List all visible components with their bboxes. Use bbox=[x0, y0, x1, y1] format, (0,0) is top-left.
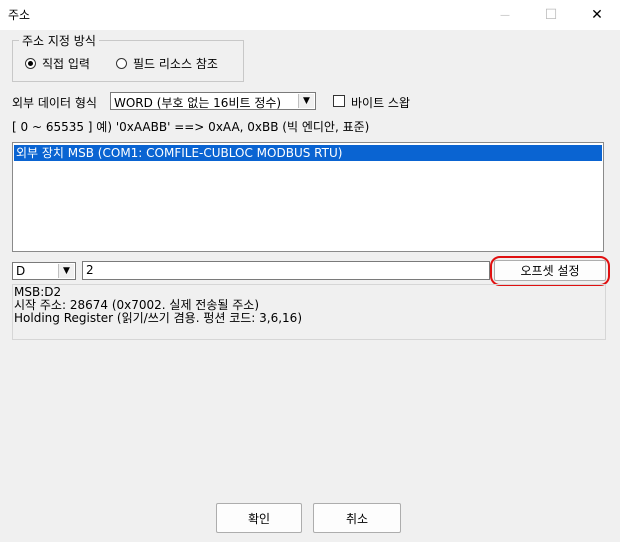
radio-direct-input[interactable]: 직접 입력 bbox=[25, 55, 90, 72]
radio-checked-icon bbox=[25, 58, 36, 69]
maximize-button[interactable]: ☐ bbox=[528, 0, 574, 30]
range-hint: [ 0 ~ 65535 ] 예) '0xAABB' ==> 0xAA, 0xBB… bbox=[12, 120, 370, 134]
radio-direct-input-label: 직접 입력 bbox=[42, 57, 90, 71]
address-input-value: 2 bbox=[86, 263, 94, 277]
byte-swap-label: 바이트 스왑 bbox=[351, 96, 411, 110]
register-type-select[interactable]: D ▼ bbox=[12, 262, 76, 280]
minimize-icon: — bbox=[500, 9, 510, 21]
address-mode-group: 주소 지정 방식 직접 입력 필드 리소스 참조 bbox=[12, 32, 244, 82]
radio-unchecked-icon bbox=[116, 58, 127, 69]
register-type-value: D bbox=[16, 264, 26, 278]
maximize-icon: ☐ bbox=[544, 7, 558, 23]
cancel-button[interactable]: 취소 bbox=[313, 503, 401, 533]
address-input[interactable]: 2 bbox=[82, 261, 490, 280]
data-format-value: WORD (부호 없는 16비트 정수) bbox=[114, 96, 282, 110]
close-icon: ✕ bbox=[591, 7, 603, 23]
offset-settings-button[interactable]: 오프셋 설정 bbox=[494, 260, 606, 281]
byte-swap-checkbox[interactable] bbox=[333, 95, 345, 107]
data-format-label: 외부 데이터 형식 bbox=[12, 96, 97, 110]
minimize-button[interactable]: — bbox=[482, 0, 528, 30]
window-title: 주소 bbox=[8, 8, 31, 22]
chevron-down-icon: ▼ bbox=[298, 94, 314, 108]
address-info-panel: MSB:D2 시작 주소: 28674 (0x7002. 실제 전송될 주소) … bbox=[12, 284, 606, 340]
info-line-register-type: Holding Register (읽기/쓰기 겸용. 펑션 코드: 3,6,1… bbox=[14, 311, 302, 325]
title-bar: 주소 — ☐ ✕ bbox=[0, 0, 620, 30]
device-list[interactable]: 외부 장치 MSB (COM1: COMFILE-CUBLOC MODBUS R… bbox=[12, 142, 604, 252]
list-item[interactable]: 외부 장치 MSB (COM1: COMFILE-CUBLOC MODBUS R… bbox=[14, 145, 602, 161]
data-format-select[interactable]: WORD (부호 없는 16비트 정수) ▼ bbox=[110, 92, 316, 110]
address-mode-legend: 주소 지정 방식 bbox=[19, 32, 99, 49]
radio-field-resource[interactable]: 필드 리소스 참조 bbox=[116, 55, 218, 72]
ok-button[interactable]: 확인 bbox=[216, 503, 302, 533]
close-button[interactable]: ✕ bbox=[574, 0, 620, 30]
radio-field-resource-label: 필드 리소스 참조 bbox=[133, 57, 218, 71]
chevron-down-icon: ▼ bbox=[58, 264, 74, 278]
